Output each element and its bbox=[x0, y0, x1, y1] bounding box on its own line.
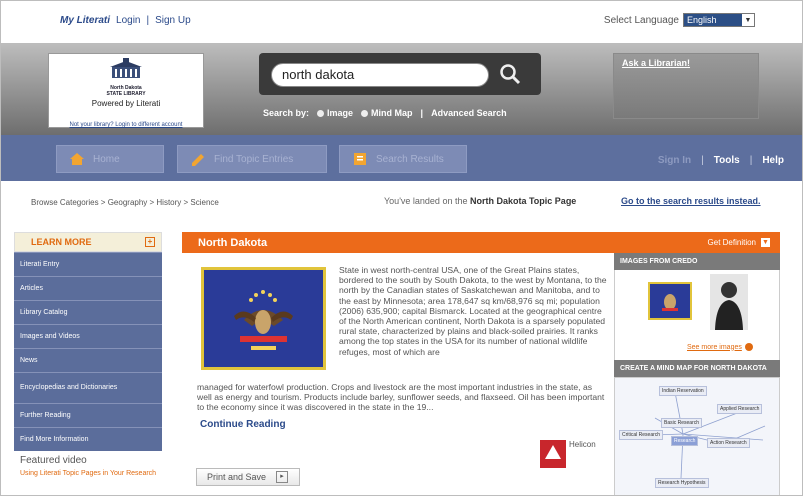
mind-map-node[interactable]: Basic Research bbox=[661, 418, 703, 428]
change-account-link[interactable]: Not your library? Login to different acc… bbox=[49, 122, 203, 128]
chevron-down-icon: ▼ bbox=[742, 14, 754, 26]
sidebar-item-further-reading[interactable]: Further Reading bbox=[14, 403, 162, 427]
helicon-label: Helicon bbox=[569, 440, 596, 449]
go-to-results-link[interactable]: Go to the search results instead. bbox=[621, 196, 761, 206]
sidebar-item-news[interactable]: News bbox=[14, 348, 162, 372]
continue-reading-link[interactable]: Continue Reading bbox=[200, 419, 286, 430]
learn-more-label: LEARN MORE bbox=[31, 237, 92, 247]
search-results-label: Search Results bbox=[376, 153, 444, 165]
library-logo: North Dakota STATE LIBRARY Powered by Li… bbox=[48, 53, 204, 128]
ask-librarian-link[interactable]: Ask a Librarian! bbox=[613, 53, 759, 119]
search-box: north dakota bbox=[259, 53, 541, 95]
learn-more-header[interactable]: LEARN MORE + bbox=[14, 232, 162, 252]
search-input[interactable]: north dakota bbox=[271, 63, 489, 87]
radio-icon bbox=[361, 110, 369, 118]
helicon-source: Helicon bbox=[540, 440, 596, 468]
breadcrumb[interactable]: Browse Categories > Geography > History … bbox=[31, 198, 219, 207]
sidebar: LEARN MORE + Literati Entry Articles Lib… bbox=[14, 232, 162, 495]
nav-separator: | bbox=[701, 155, 704, 166]
library-building-icon bbox=[110, 58, 142, 78]
mind-map-node[interactable]: Indian Reservation bbox=[659, 386, 707, 396]
right-panel: Get Definition ▼ IMAGES FROM CREDO See m… bbox=[614, 232, 780, 495]
sign-up-link[interactable]: Sign Up bbox=[155, 15, 191, 26]
mind-map-node[interactable]: Applied Research bbox=[717, 404, 763, 414]
main-nav: Home Find Topic Entries Search Results S… bbox=[1, 135, 802, 181]
document-icon bbox=[354, 153, 366, 165]
browser-page: My Literati Login | Sign Up Select Langu… bbox=[0, 0, 803, 496]
home-label: Home bbox=[93, 153, 120, 165]
see-more-label: See more images bbox=[687, 343, 742, 351]
select-language-label: Select Language bbox=[603, 14, 679, 26]
mind-map-node[interactable]: Research Hypothesis bbox=[655, 478, 709, 488]
mind-map-node[interactable]: Research bbox=[671, 436, 699, 446]
sidebar-item-articles[interactable]: Articles bbox=[14, 276, 162, 300]
landed-prefix: You've landed on the bbox=[384, 196, 470, 206]
login-link[interactable]: Login bbox=[116, 15, 140, 26]
nav-separator: | bbox=[749, 155, 753, 166]
tools-link[interactable]: Tools bbox=[714, 155, 740, 166]
collapse-icon[interactable]: + bbox=[145, 237, 155, 247]
top-bar: My Literati Login | Sign Up Select Langu… bbox=[48, 1, 783, 43]
chevron-right-icon: ▸ bbox=[276, 471, 289, 483]
mind-map-node[interactable]: Action Research bbox=[707, 438, 750, 448]
images-heading: IMAGES FROM CREDO bbox=[614, 253, 780, 270]
mind-map-option-label: Mind Map bbox=[371, 108, 413, 118]
topic-title: North Dakota bbox=[182, 232, 614, 253]
topic-description: State in west north-central USA, one of … bbox=[339, 265, 607, 357]
topic-description-continued: managed for waterfowl production. Crops … bbox=[197, 382, 605, 413]
chevron-down-icon: ▼ bbox=[761, 238, 770, 247]
search-by-options: Search by: Image Mind Map | Advanced Sea… bbox=[263, 108, 507, 118]
mind-map-node[interactable]: Critical Research bbox=[619, 430, 664, 440]
pencil-icon bbox=[192, 154, 204, 166]
language-selector: Select Language English ▼ bbox=[604, 13, 755, 27]
portrait-thumbnail[interactable] bbox=[710, 274, 748, 330]
featured-video-link[interactable]: Using Literati Topic Pages in Your Resea… bbox=[14, 469, 162, 478]
powered-by-text: Powered by Literati bbox=[91, 99, 161, 108]
find-topics-button[interactable]: Find Topic Entries bbox=[177, 145, 327, 173]
flag-thumbnail[interactable] bbox=[648, 282, 692, 320]
print-save-button[interactable]: Print and Save ▸ bbox=[196, 468, 300, 486]
help-link[interactable]: Help bbox=[762, 155, 784, 166]
sign-in-link[interactable]: Sign In bbox=[658, 155, 691, 166]
mind-map-heading: CREATE A MIND MAP FOR NORTH DAKOTA bbox=[614, 360, 780, 377]
see-more-images-link[interactable]: See more images bbox=[687, 343, 753, 351]
library-name-line2: STATE LIBRARY bbox=[106, 91, 146, 97]
sidebar-item-literati-entry[interactable]: Literati Entry bbox=[14, 252, 162, 276]
header-band: North Dakota STATE LIBRARY Powered by Li… bbox=[1, 43, 802, 135]
advanced-search-link[interactable]: Advanced Search bbox=[431, 108, 507, 118]
arrow-circle-icon bbox=[744, 343, 753, 351]
link-separator: | bbox=[146, 15, 150, 26]
sidebar-item-encyclopedias[interactable]: Encyclopedias and Dictionaries bbox=[14, 372, 162, 403]
search-by-label: Search by: bbox=[263, 108, 310, 118]
print-save-label: Print and Save bbox=[207, 472, 267, 482]
my-literati-link[interactable]: My Literati bbox=[60, 15, 110, 26]
image-option-label: Image bbox=[327, 108, 354, 118]
image-radio-option[interactable]: Image bbox=[317, 108, 353, 118]
search-results-button[interactable]: Search Results bbox=[339, 145, 467, 173]
topic-content: North Dakota State in west north-central… bbox=[182, 232, 614, 495]
language-dropdown[interactable]: English ▼ bbox=[683, 13, 755, 27]
get-definition-label: Get Definition bbox=[707, 238, 756, 247]
credo-images: See more images bbox=[614, 270, 780, 360]
sidebar-item-images-videos[interactable]: Images and Videos bbox=[14, 324, 162, 348]
home-button[interactable]: Home bbox=[56, 145, 164, 173]
north-dakota-flag-image bbox=[201, 267, 326, 370]
landed-message: You've landed on the North Dakota Topic … bbox=[384, 196, 576, 206]
language-value: English bbox=[687, 15, 717, 25]
account-links: My Literati Login | Sign Up bbox=[60, 15, 191, 26]
search-icon[interactable] bbox=[497, 61, 525, 87]
find-topics-label: Find Topic Entries bbox=[214, 153, 294, 165]
mind-map-radio-option[interactable]: Mind Map bbox=[361, 108, 413, 118]
landed-page-name: North Dakota Topic Page bbox=[469, 196, 577, 206]
featured-video-heading: Featured video bbox=[14, 451, 162, 469]
radio-icon bbox=[317, 110, 325, 118]
utility-nav: Sign In | Tools | Help bbox=[658, 155, 784, 166]
sidebar-item-library-catalog[interactable]: Library Catalog bbox=[14, 300, 162, 324]
option-separator: | bbox=[420, 108, 424, 118]
mind-map[interactable]: Indian Reservation Basic Research Applie… bbox=[614, 377, 780, 495]
helicon-logo-icon bbox=[540, 440, 566, 468]
home-icon bbox=[70, 153, 84, 165]
sidebar-item-find-more[interactable]: Find More Information bbox=[14, 427, 162, 451]
get-definition-bar[interactable]: Get Definition ▼ bbox=[614, 232, 780, 253]
